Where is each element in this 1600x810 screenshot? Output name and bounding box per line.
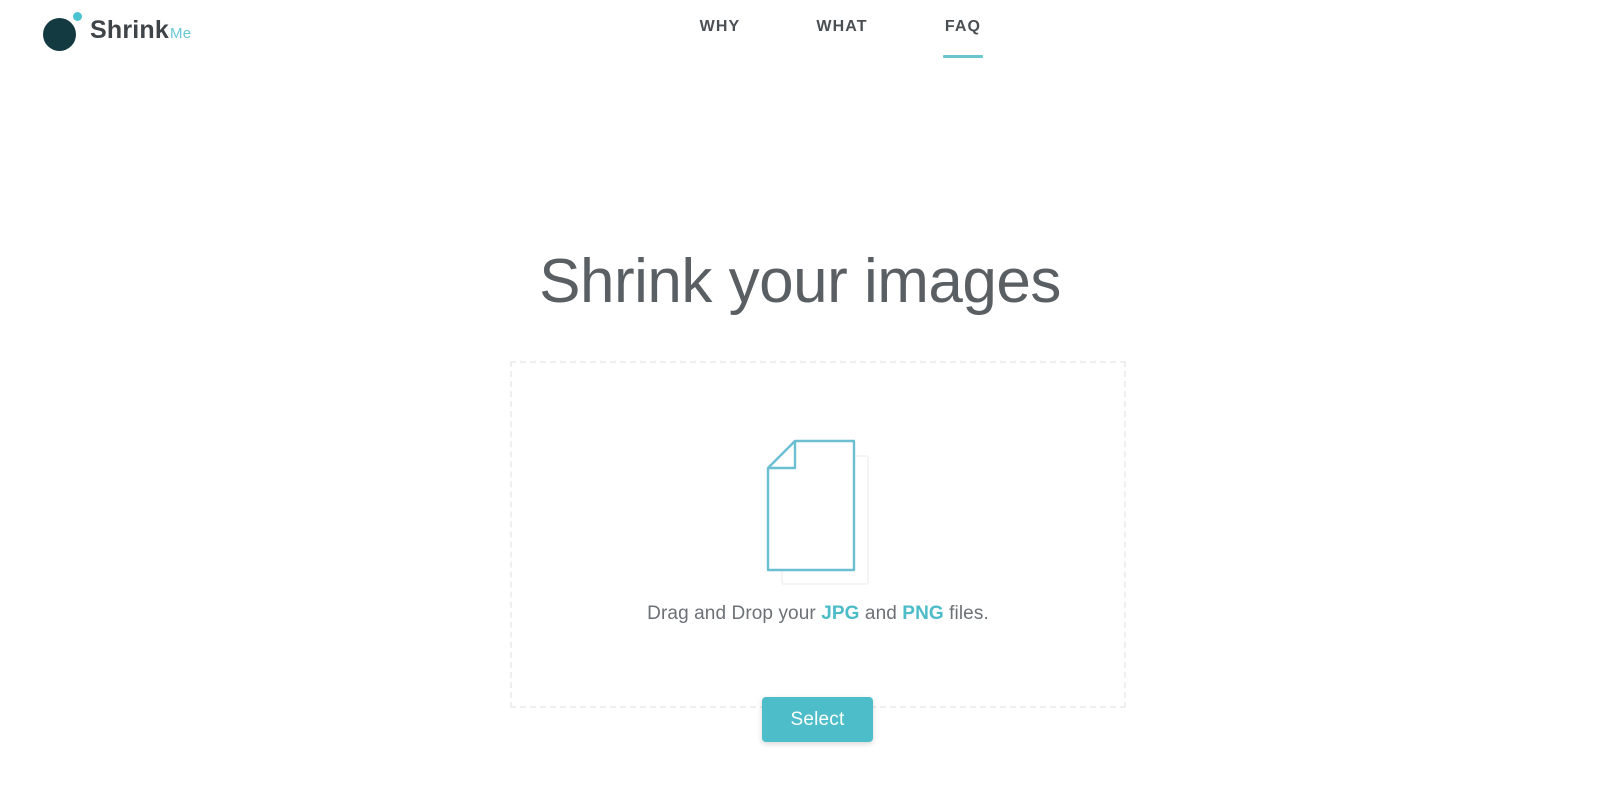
select-button[interactable]: Select [762, 697, 873, 742]
dropzone-caption-prefix: Drag and Drop your [647, 603, 822, 624]
brand-mark [42, 8, 86, 52]
brand-name: Shrink [90, 15, 169, 44]
dropzone-caption: Drag and Drop your JPG and PNG files. [512, 603, 1124, 625]
document-icon-group [763, 439, 873, 587]
nav-active-indicator [943, 55, 983, 58]
nav-item-why[interactable]: WHY [660, 18, 780, 58]
nav-item-what[interactable]: WHAT [780, 18, 904, 58]
dropzone-format-png: PNG [902, 603, 944, 624]
brand-logo[interactable]: Shrink Me [42, 6, 191, 54]
document-page-icon [766, 439, 856, 572]
dropzone-caption-suffix: files. [943, 603, 989, 624]
site-header: Shrink Me WHY WHAT FAQ [0, 0, 1600, 68]
nav-item-why-label: WHY [699, 18, 741, 35]
nav-item-what-label: WHAT [816, 18, 868, 35]
circle-icon [43, 18, 76, 51]
page-title: Shrink your images [539, 247, 1061, 316]
dropzone-format-jpg: JPG [821, 603, 860, 624]
main-nav: WHY WHAT FAQ [660, 18, 1022, 58]
nav-item-faq-label: FAQ [944, 18, 982, 35]
file-dropzone[interactable]: Drag and Drop your JPG and PNG files. [510, 361, 1126, 708]
nav-item-faq[interactable]: FAQ [904, 18, 1022, 58]
brand-wordmark: Shrink Me [90, 16, 191, 45]
dropzone-caption-middle: and [859, 603, 903, 624]
app-root: Shrink Me WHY WHAT FAQ Shrink your image… [0, 0, 1600, 810]
dot-icon [73, 12, 82, 21]
brand-suffix: Me [170, 24, 192, 42]
